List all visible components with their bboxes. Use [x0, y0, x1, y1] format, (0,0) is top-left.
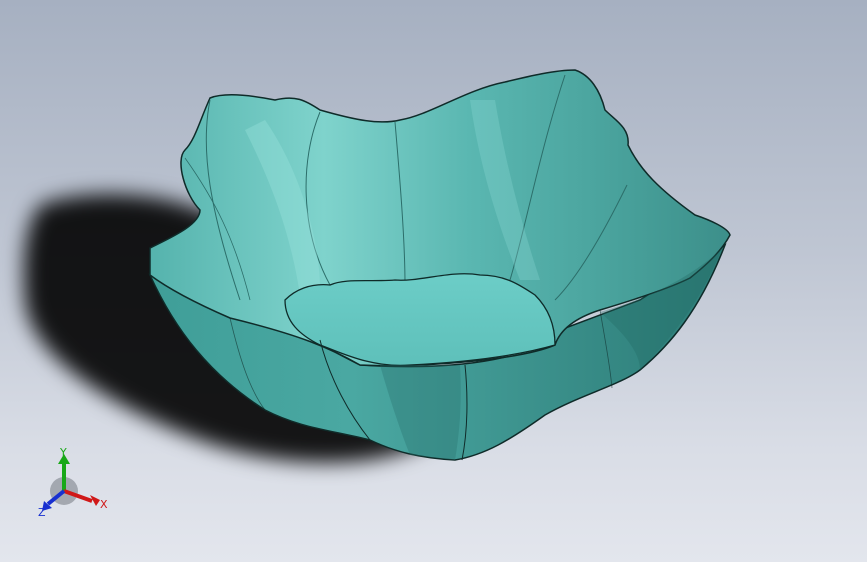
z-axis-label: Z: [38, 506, 46, 519]
x-axis-label: X: [100, 498, 108, 511]
graphics-viewport[interactable]: Y X Z: [0, 0, 867, 562]
view-orientation-triad[interactable]: Y X Z: [34, 446, 114, 526]
y-axis-label: Y: [59, 446, 67, 459]
model-scene[interactable]: [0, 0, 867, 562]
